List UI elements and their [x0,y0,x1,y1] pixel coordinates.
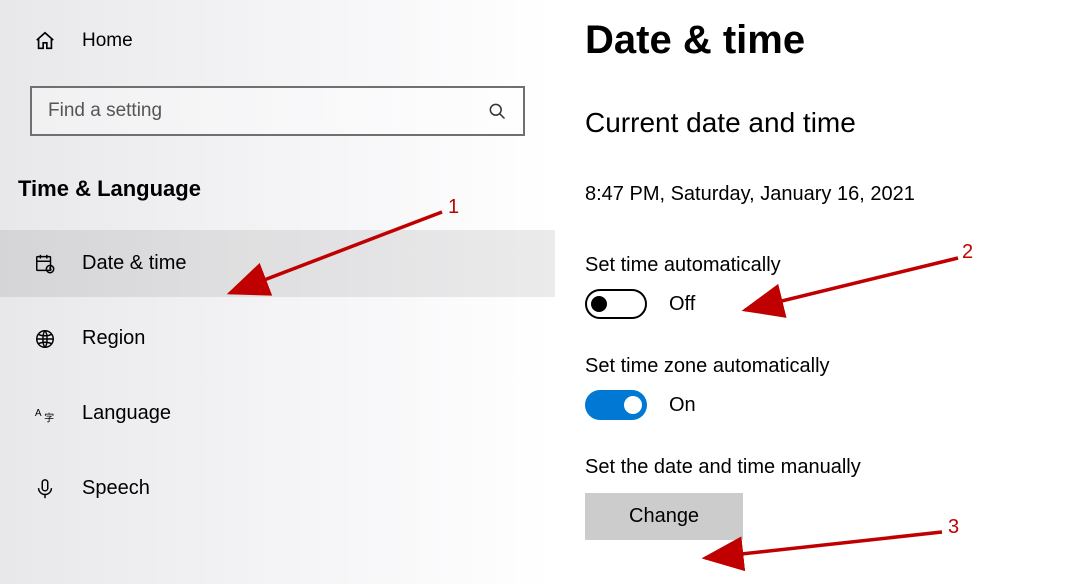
sidebar-item-label: Date & time [82,252,186,275]
annotation-1: 1 [448,196,459,219]
globe-icon [34,328,56,350]
manual-label: Set the date and time manually [585,456,1056,479]
svg-text:字: 字 [44,411,54,424]
auto-time-label: Set time automatically [585,254,1056,277]
toggle-knob [624,396,642,414]
auto-tz-toggle[interactable] [585,390,647,420]
search-input[interactable] [48,100,487,122]
search-field[interactable] [30,86,525,136]
search-wrap [30,86,525,136]
svg-text:A: A [35,407,42,418]
subheading: Current date and time [585,107,1056,139]
auto-tz-state: On [669,394,696,417]
home-link[interactable]: Home [0,20,555,62]
annotation-3: 3 [948,516,959,539]
page-title: Date & time [585,18,1056,63]
sidebar-item-label: Region [82,327,145,350]
section-title: Time & Language [0,166,555,230]
sidebar-item-speech[interactable]: Speech [0,455,555,522]
search-icon [487,101,507,121]
mic-icon [34,478,56,500]
sidebar-item-date-time[interactable]: Date & time [0,230,555,297]
auto-time-state: Off [669,293,695,316]
current-datetime: 8:47 PM, Saturday, January 16, 2021 [585,183,1056,206]
home-icon [34,30,56,52]
auto-time-toggle[interactable] [585,289,647,319]
annotation-2: 2 [962,241,973,264]
auto-tz-label: Set time zone automatically [585,355,1056,378]
change-button[interactable]: Change [585,493,743,540]
language-icon: A 字 [34,403,56,425]
main-panel: Date & time Current date and time 8:47 P… [555,0,1080,584]
sidebar-item-label: Speech [82,477,150,500]
sidebar-item-language[interactable]: A 字 Language [0,380,555,447]
settings-sidebar: Home Time & Language [0,0,555,584]
toggle-knob [591,296,607,312]
calendar-icon [34,253,56,275]
sidebar-item-label: Language [82,402,171,425]
home-label: Home [82,30,133,52]
sidebar-item-region[interactable]: Region [0,305,555,372]
